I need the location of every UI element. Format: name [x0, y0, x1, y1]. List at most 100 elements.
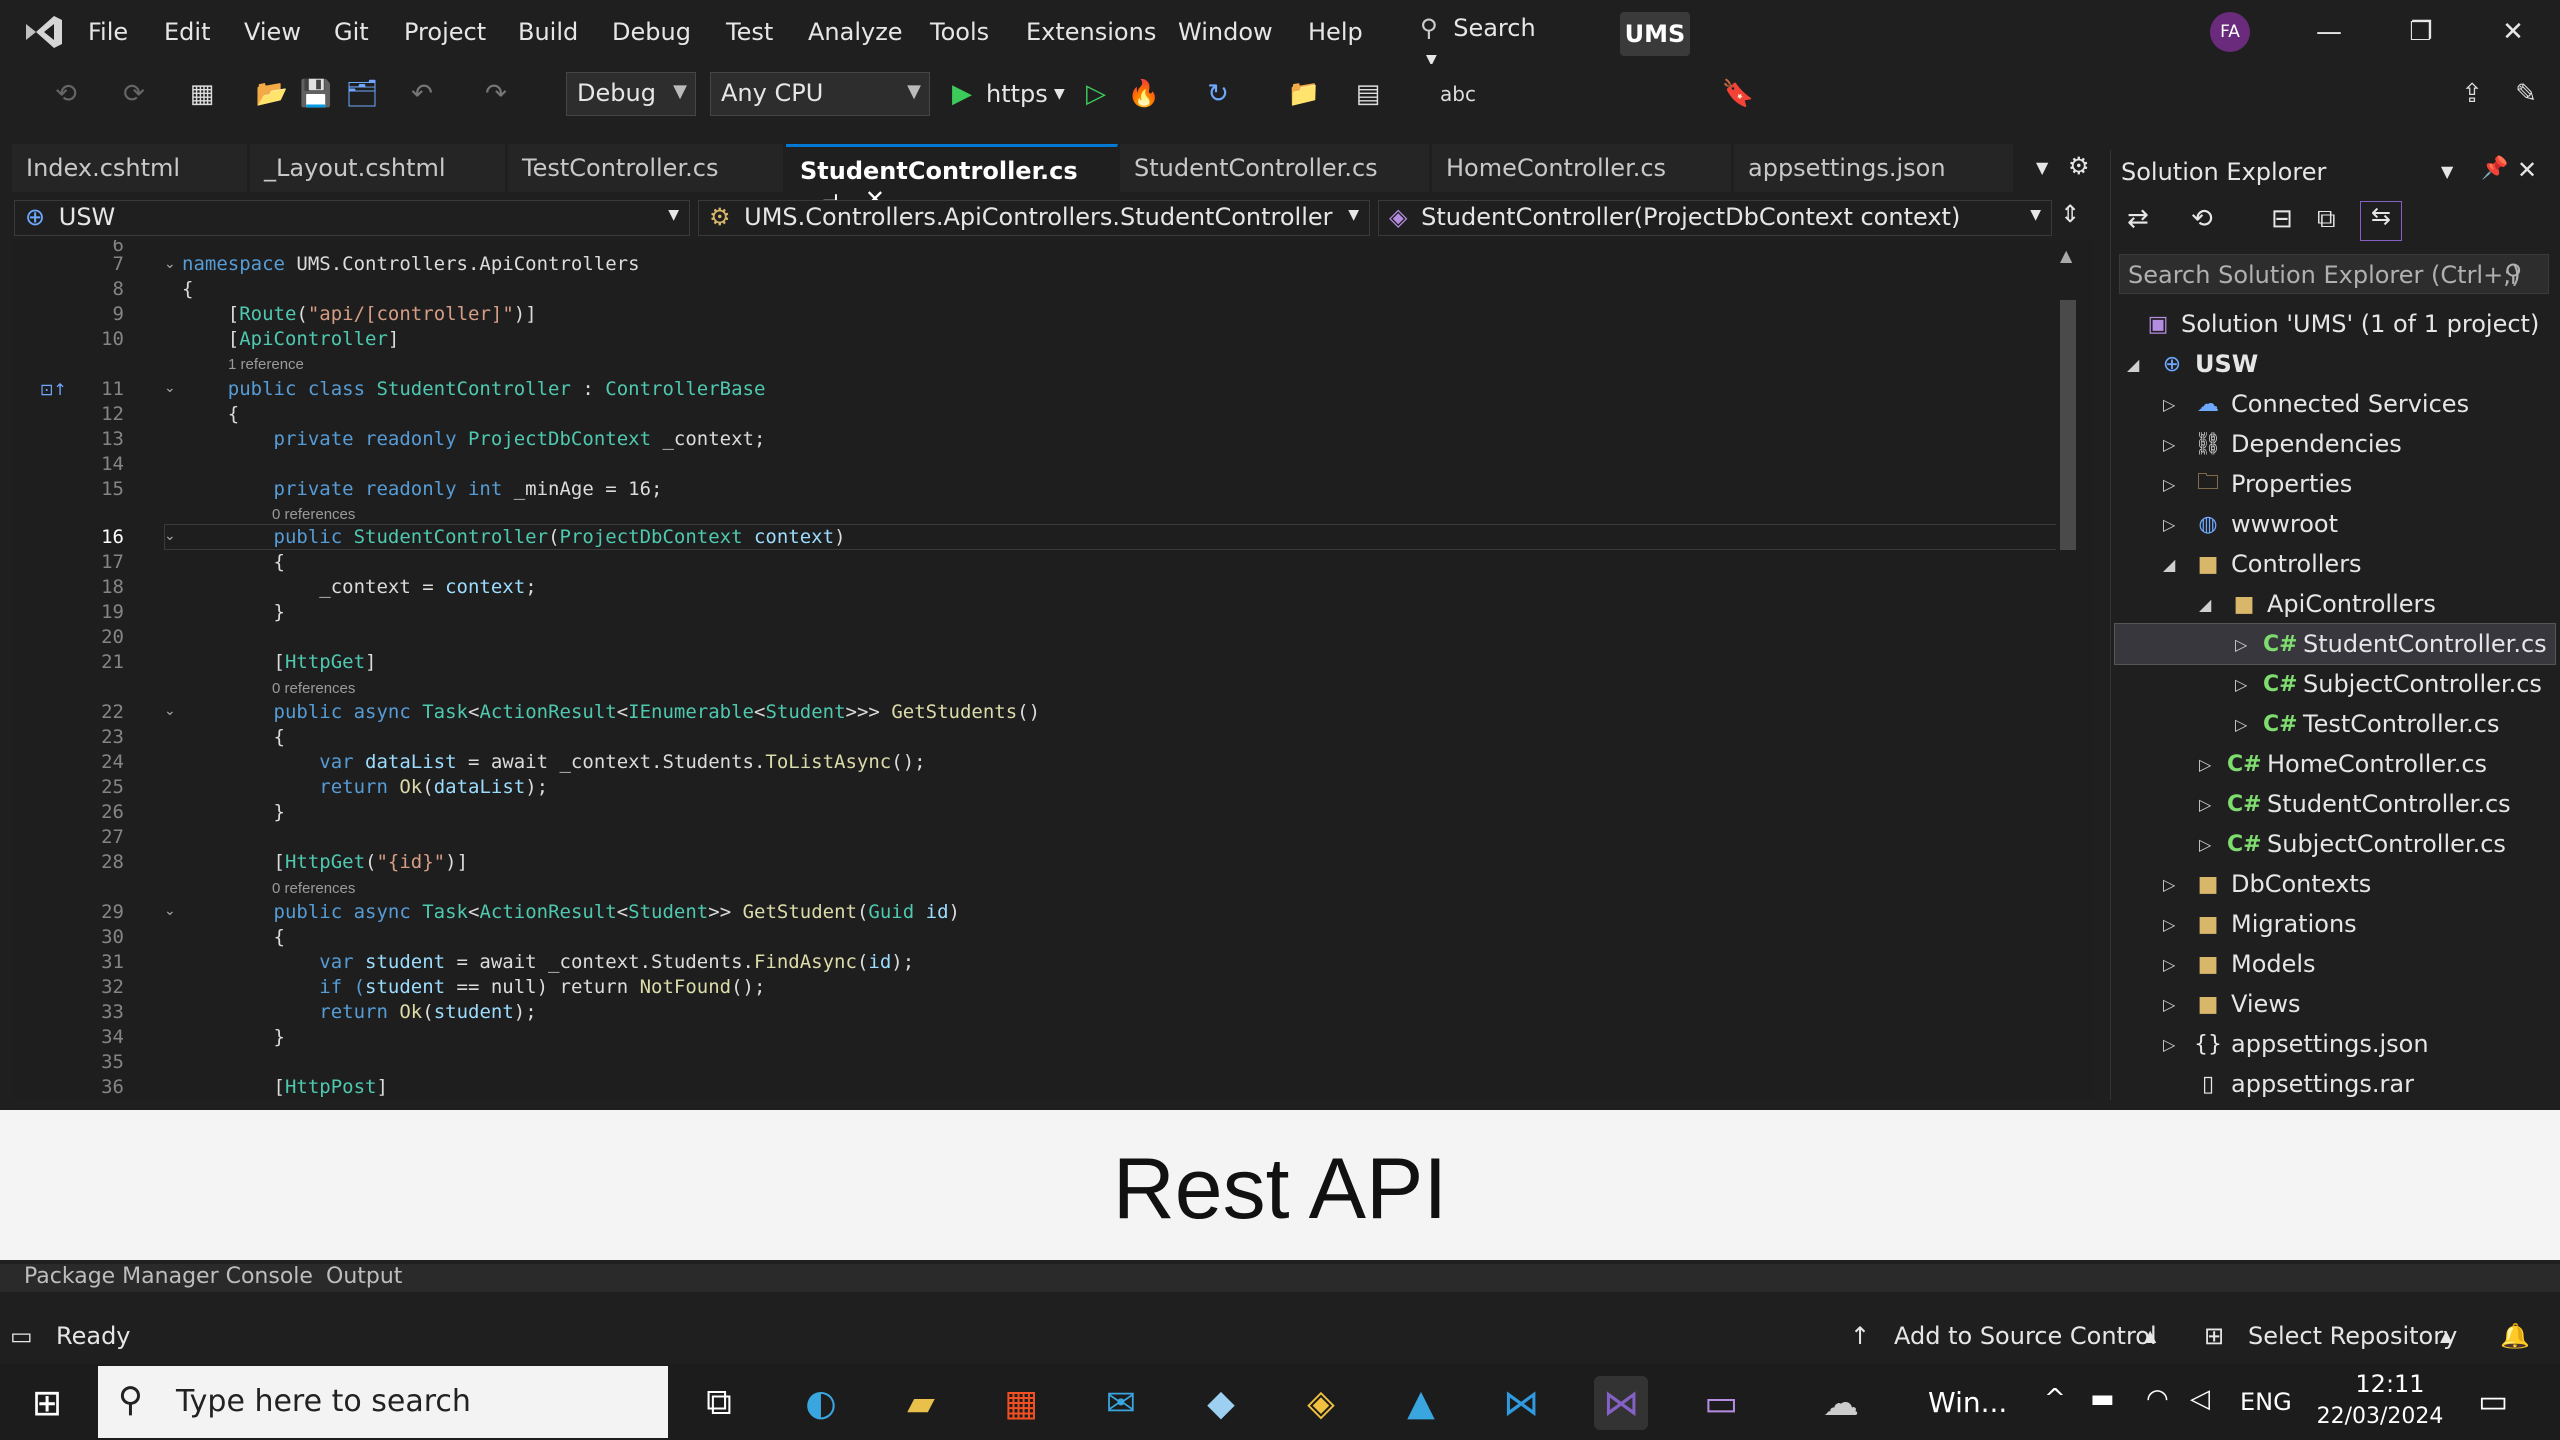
hot-reload-icon[interactable]: 🔥	[1126, 76, 1162, 112]
collapse-all-icon[interactable]: ⊟	[2271, 204, 2293, 234]
menu-git[interactable]: Git	[334, 18, 369, 46]
scrollbar-thumb[interactable]	[2060, 300, 2076, 550]
fold-icon[interactable]: ⌄	[164, 703, 176, 719]
sync-icon[interactable]: ⇄	[2127, 204, 2149, 234]
task-view-icon[interactable]: ⧉	[692, 1376, 746, 1430]
tab-test-controller[interactable]: TestController.cs	[508, 144, 784, 192]
tree-dbcontexts[interactable]: ▷ ■ DbContexts	[2163, 864, 2371, 904]
history-icon[interactable]: ⟲	[2191, 204, 2213, 234]
member-select[interactable]: ◈ StudentController(ProjectDbContext con…	[1378, 200, 2052, 236]
split-editor-icon[interactable]: ⇕	[2060, 200, 2080, 228]
pin-icon[interactable]: 📌	[2481, 156, 2508, 181]
codelens-references[interactable]: 0 references	[272, 680, 355, 697]
fold-icon[interactable]: ⌄	[164, 903, 176, 919]
clock-date[interactable]: 22/03/2024	[2310, 1404, 2450, 1429]
tab-package-manager-console[interactable]: Package Manager Console	[24, 1264, 313, 1289]
spell-check-icon[interactable]: abc	[1440, 76, 1476, 112]
layout-icon[interactable]: ▤	[1350, 76, 1386, 112]
project-select[interactable]: ⊕ USW ▼	[14, 200, 690, 236]
tree-controllers[interactable]: ◢ ■ Controllers	[2163, 544, 2362, 584]
tree-api-controllers[interactable]: ◢ ■ ApiControllers	[2199, 584, 2436, 624]
menu-tools[interactable]: Tools	[930, 18, 989, 46]
git-icon[interactable]: ◈	[1294, 1376, 1348, 1430]
menu-view[interactable]: View	[244, 18, 301, 46]
refresh-icon[interactable]: ↻	[1200, 76, 1236, 112]
select-repository-button[interactable]: Select Repository	[2248, 1322, 2457, 1350]
codelens-references[interactable]: 0 references	[272, 506, 355, 523]
close-icon[interactable]: ✕	[2517, 156, 2537, 184]
mail-icon[interactable]: ✉	[1094, 1376, 1148, 1430]
tree-properties[interactable]: ▷ 🗀 Properties	[2163, 464, 2352, 504]
add-to-source-control-button[interactable]: Add to Source Control	[1894, 1322, 2157, 1350]
gear-icon[interactable]: ⚙	[2068, 152, 2090, 180]
save-all-icon[interactable]: 🗂	[344, 76, 380, 112]
tab-home-controller[interactable]: HomeController.cs	[1432, 144, 1732, 192]
tree-api-student-controller[interactable]: ▷ C# StudentController.cs	[2114, 623, 2556, 665]
vscode-icon[interactable]: ⋈	[1494, 1376, 1548, 1430]
codelens-references[interactable]: 1 reference	[228, 356, 304, 373]
notification-center-icon[interactable]: ▭	[2478, 1382, 2508, 1420]
switch-views-icon[interactable]: ⇆	[2360, 201, 2402, 241]
chevron-down-icon[interactable]: ▼	[1054, 86, 1065, 102]
run-profile-label[interactable]: https	[986, 80, 1048, 108]
tree-project[interactable]: ◢ ⊕ USW	[2127, 344, 2258, 384]
clock-time[interactable]: 12:11	[2340, 1370, 2440, 1398]
platform-select[interactable]: Any CPU ▼	[710, 72, 930, 116]
tree-models[interactable]: ▷ ■ Models	[2163, 944, 2316, 984]
tree-solution[interactable]: ▣ Solution 'UMS' (1 of 1 project)	[2141, 304, 2540, 344]
menu-extensions[interactable]: Extensions	[1026, 18, 1156, 46]
vertical-scrollbar[interactable]: ▲	[2056, 240, 2080, 1100]
tab-appsettings-json[interactable]: appsettings.json	[1734, 144, 2014, 192]
weather-text[interactable]: Win...	[1928, 1386, 2007, 1419]
terminal-icon[interactable]: ▭	[1694, 1376, 1748, 1430]
menu-test[interactable]: Test	[726, 18, 773, 46]
tree-appsettings-json[interactable]: ▷ {} appsettings.json	[2163, 1024, 2429, 1064]
fold-icon[interactable]: ⌄	[164, 256, 176, 272]
redo-icon[interactable]: ↷	[478, 76, 514, 112]
volume-icon[interactable]: ◁	[2190, 1384, 2210, 1414]
menu-analyze[interactable]: Analyze	[808, 18, 903, 46]
tree-views[interactable]: ▷ ■ Views	[2163, 984, 2300, 1024]
undo-icon[interactable]: ↶	[404, 76, 440, 112]
tab-overflow-icon[interactable]: ▼	[2036, 158, 2048, 177]
tab-layout-cshtml[interactable]: _Layout.cshtml	[250, 144, 506, 192]
tree-wwwroot[interactable]: ▷ ◍ wwwroot	[2163, 504, 2338, 544]
menu-window[interactable]: Window	[1178, 18, 1273, 46]
solution-name-badge[interactable]: UMS	[1620, 12, 1690, 56]
bookmark-icon[interactable]: 🔖	[1720, 76, 1756, 112]
tree-home-controller[interactable]: ▷ C# HomeController.cs	[2199, 744, 2487, 784]
tree-connected-services[interactable]: ▷ ☁ Connected Services	[2163, 384, 2469, 424]
chevron-up-icon[interactable]: ^	[2044, 1384, 2066, 1414]
share-icon[interactable]: ⇪	[2454, 76, 2490, 112]
solution-search-input[interactable]: Search Solution Explorer (Ctrl+;) ⚲	[2119, 254, 2549, 294]
show-all-files-icon[interactable]: ⧉	[2317, 204, 2336, 235]
new-project-icon[interactable]: ▦	[184, 76, 220, 112]
language-indicator[interactable]: ENG	[2240, 1388, 2292, 1416]
windows-start-icon[interactable]: ⊞	[20, 1376, 74, 1430]
open-folder-icon[interactable]: 📂	[254, 76, 290, 112]
save-icon[interactable]: 💾	[298, 76, 334, 112]
folder-view-icon[interactable]: 📁	[1286, 76, 1322, 112]
tree-api-subject-controller[interactable]: ▷ C# SubjectController.cs	[2235, 664, 2542, 704]
codelens-references[interactable]: 0 references	[272, 880, 355, 897]
avatar[interactable]: FA	[2210, 12, 2250, 52]
code-editor[interactable]: ⊡↑ 6 7 8 9 10 11 12 13 14 15 16 17 18 19…	[14, 240, 2094, 1100]
app-icon[interactable]: ◆	[1194, 1376, 1248, 1430]
start-debugging-icon[interactable]: ▶	[944, 76, 980, 112]
edge-icon[interactable]: ◐	[794, 1376, 848, 1430]
tab-output[interactable]: Output	[326, 1264, 402, 1289]
configuration-select[interactable]: Debug ▼	[566, 72, 696, 116]
chevron-up-icon[interactable]: ▲	[2440, 1326, 2452, 1345]
visual-studio-icon[interactable]: ⋈	[1594, 1376, 1648, 1430]
scroll-up-icon[interactable]: ▲	[2060, 246, 2072, 265]
menu-project[interactable]: Project	[404, 18, 486, 46]
menu-debug[interactable]: Debug	[612, 18, 691, 46]
menu-build[interactable]: Build	[518, 18, 578, 46]
tree-api-test-controller[interactable]: ▷ C# TestController.cs	[2235, 704, 2499, 744]
search-button[interactable]: ⚲ Search ▼	[1420, 14, 1560, 68]
menu-file[interactable]: File	[88, 18, 128, 46]
close-button[interactable]: ✕	[2488, 10, 2538, 54]
battery-icon[interactable]: ▬	[2090, 1384, 2115, 1414]
start-without-debugging-icon[interactable]: ▷	[1078, 76, 1114, 112]
chevron-down-icon[interactable]: ▼	[2441, 162, 2453, 181]
